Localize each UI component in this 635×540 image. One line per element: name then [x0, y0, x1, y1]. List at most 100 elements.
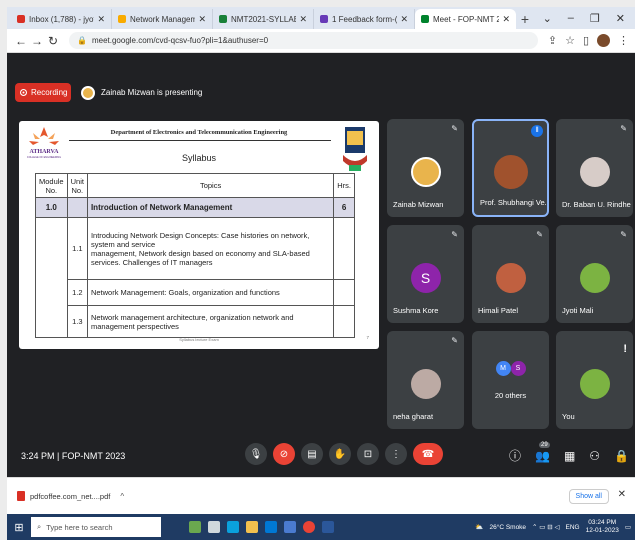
profile-avatar[interactable] — [597, 34, 610, 47]
activities-icon[interactable]: ⚇ — [589, 449, 600, 463]
present-button[interactable]: ⊡ — [357, 443, 379, 465]
participant-tile[interactable]: ✎ Himali Patel — [472, 225, 549, 323]
close-icon[interactable]: ✕ — [400, 14, 408, 25]
close-icon[interactable]: ✕ — [618, 489, 626, 500]
tab-feedback-form[interactable]: 1 Feedback form-(FDP) for t ✕ — [314, 9, 415, 29]
tab-title: Inbox (1,788) - jyotimali@ati — [29, 14, 94, 24]
divider — [69, 140, 331, 141]
close-icon[interactable]: ✕ — [198, 14, 206, 25]
module-number: 1.0 — [35, 197, 68, 218]
department-heading: Department of Electronics and Telecommun… — [110, 129, 288, 136]
tab-search-icon[interactable]: ⌄ — [543, 12, 552, 25]
mic-button[interactable]: 🎙 — [245, 443, 267, 465]
mic-off-icon: ✎ — [451, 336, 458, 345]
participant-name: Prof. Shubhangi Ve... — [480, 198, 549, 207]
meet-side-controls: ⓘ 👥 29 ▦ ⚇ 🔒 — [509, 441, 629, 464]
forward-button[interactable]: → — [29, 34, 45, 48]
people-button[interactable]: 👥 29 — [535, 441, 550, 463]
unit-topic: Network Management: Goals, organization … — [86, 279, 335, 306]
participant-tile[interactable]: ✎ Dr. Baban U. Rindhe — [556, 119, 633, 217]
word-icon[interactable] — [322, 521, 334, 533]
notifications-icon[interactable]: ▭ — [625, 523, 631, 531]
chevron-up-icon[interactable]: ^ — [120, 492, 124, 501]
tab-syllabus-sheet[interactable]: NMT2021-SYLLABUS-REVISE ✕ — [213, 9, 314, 29]
windows-start-icon[interactable]: ⊞ — [7, 514, 31, 540]
leave-call-button[interactable]: ☎ — [413, 443, 443, 465]
taskview-icon[interactable] — [208, 521, 220, 533]
info-icon[interactable]: ⓘ — [509, 447, 521, 464]
download-file[interactable]: pdfcoffee.com_net....pdf — [30, 492, 110, 501]
chrome-icon[interactable] — [303, 521, 315, 533]
address-bar: ← → ↻ 🔒 meet.google.com/cvd-qcsv-fuo?pli… — [7, 29, 635, 53]
edge-icon[interactable] — [227, 521, 239, 533]
tab-title: 1 Feedback form-(FDP) for t — [332, 14, 398, 24]
topic-line: Introducing Network Design Concepts: Cas… — [90, 230, 310, 249]
sheets-icon — [219, 15, 227, 23]
tab-network-management[interactable]: Network Management in Tel ✕ — [112, 9, 213, 29]
more-options-button[interactable]: ⋮ — [385, 443, 407, 465]
participant-tile[interactable]: ✎ Zainab Mizwan — [387, 119, 464, 217]
participant-name: Himali Patel — [478, 306, 519, 315]
raise-hand-button[interactable]: ✋ — [329, 443, 351, 465]
others-tile[interactable]: M S 20 others — [472, 331, 549, 429]
explorer-icon[interactable] — [246, 521, 258, 533]
recording-label: Recording — [31, 88, 68, 97]
url-field[interactable]: 🔒 meet.google.com/cvd-qcsv-fuo?pli=1&aut… — [69, 32, 538, 49]
tab-title: Network Management in Tel — [130, 14, 195, 24]
back-button[interactable]: ← — [13, 34, 29, 48]
camera-off-button[interactable]: ⊘ — [273, 443, 295, 465]
maximize-button[interactable]: ❐ — [590, 12, 600, 25]
col-unit: Unit No. — [66, 173, 88, 198]
close-icon[interactable]: ✕ — [299, 14, 307, 25]
weather-icon: ⛅ — [475, 524, 484, 531]
participant-tile[interactable]: ⦀ Prof. Shubhangi Ve... — [472, 119, 549, 217]
close-icon[interactable]: ✕ — [97, 14, 105, 25]
reload-button[interactable]: ↻ — [45, 34, 61, 48]
clock[interactable]: 03:24 PM 12-01-2023 — [586, 519, 619, 535]
avatar: S — [510, 361, 526, 376]
store-icon[interactable] — [265, 521, 277, 533]
participant-count: 29 — [538, 441, 550, 448]
tab-title: Meet - FOP-NMT 2023 — [433, 14, 500, 24]
share-icon[interactable]: ⇪ — [548, 34, 557, 47]
table-row: 1.1 Introducing Network Design Concepts:… — [35, 217, 355, 338]
clock-date: 12-01-2023 — [585, 527, 619, 534]
recording-indicator[interactable]: Recording — [15, 83, 71, 102]
tab-gmail[interactable]: Inbox (1,788) - jyotimali@ati ✕ — [11, 9, 112, 29]
participant-tile[interactable]: ✎ neha gharat — [387, 331, 464, 429]
sidepanel-icon[interactable]: ▯ — [583, 34, 589, 47]
drive-icon — [118, 15, 126, 23]
tab-meet[interactable]: Meet - FOP-NMT 2023 ✕ — [415, 9, 516, 29]
tray-icons[interactable]: ⌃ ▭ ⊟ ◁ — [532, 523, 559, 531]
windows-taskbar: ⊞ ⌕ Type here to search ⛅ 26°C Smoke ⌃ ▭… — [7, 514, 635, 540]
close-window-button[interactable]: ✕ — [616, 12, 625, 25]
mail-icon[interactable] — [284, 521, 296, 533]
participant-tile[interactable]: ✎ S Sushma Kore — [387, 225, 464, 323]
col-module: Module No. — [35, 173, 68, 198]
taskbar-search[interactable]: ⌕ Type here to search — [31, 517, 161, 537]
unit-topic: Network management architecture, organiz… — [86, 305, 335, 338]
weather[interactable]: 26°C Smoke — [489, 524, 526, 531]
col-topics: Topics — [86, 173, 335, 198]
close-icon[interactable]: ✕ — [502, 14, 510, 25]
downloads-bar: pdfcoffee.com_net....pdf ^ Show all ✕ — [7, 477, 635, 514]
module-hrs: 6 — [333, 197, 355, 218]
window-controls: ⌄ – ❐ ✕ — [543, 7, 635, 29]
unit-number: 1.3 — [66, 305, 88, 338]
self-tile[interactable]: ! You — [556, 331, 633, 429]
toolbar-right: ⇪ ☆ ▯ ⋮ — [548, 34, 629, 47]
lock-host-icon[interactable]: 🔒 — [614, 449, 629, 463]
bookmark-star-icon[interactable]: ☆ — [565, 34, 575, 47]
mic-off-icon: ✎ — [536, 230, 543, 239]
app-icon[interactable] — [189, 521, 201, 533]
new-tab-button[interactable]: + — [516, 9, 534, 29]
participant-tile[interactable]: ✎ Jyoti Mali — [556, 225, 633, 323]
minimize-button[interactable]: – — [568, 12, 574, 24]
presentation-slide: ATHARVA COLLEGE OF ENGINEERING Departmen… — [19, 121, 379, 349]
menu-icon[interactable]: ⋮ — [618, 34, 629, 47]
captions-button[interactable]: ▤ — [301, 443, 323, 465]
screen: Inbox (1,788) - jyotimali@ati ✕ Network … — [7, 7, 635, 540]
language[interactable]: ENG — [566, 524, 580, 531]
show-all-button[interactable]: Show all — [568, 489, 609, 504]
chat-icon[interactable]: ▦ — [564, 449, 575, 463]
